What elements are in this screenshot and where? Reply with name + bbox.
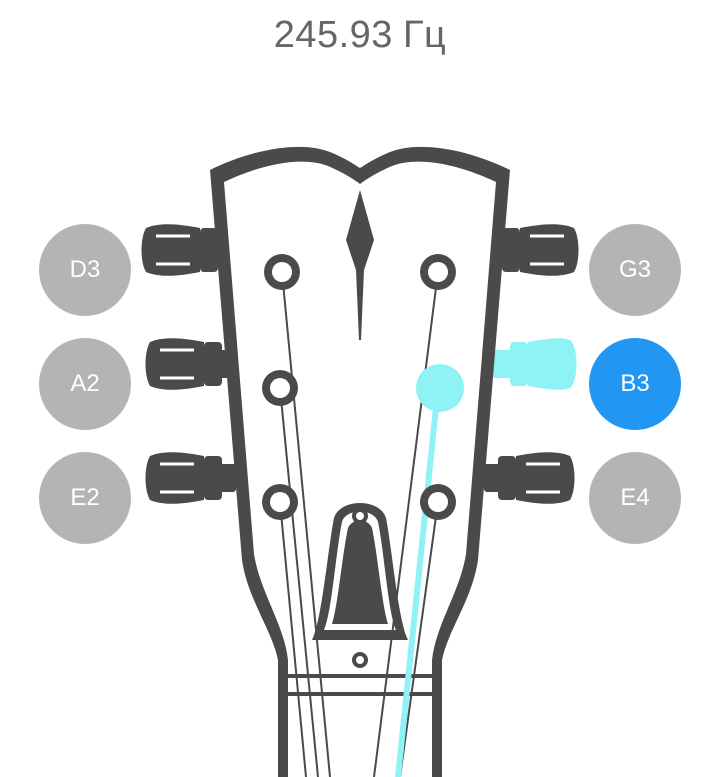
string-button-e2[interactable]: E2 <box>39 452 131 544</box>
tuning-peg-icon <box>144 336 238 392</box>
active-tuner-post <box>416 364 464 412</box>
string-button-a2[interactable]: A2 <box>39 338 131 430</box>
tuning-peg-icon <box>482 450 576 506</box>
string-button-b3[interactable]: B3 <box>589 338 681 430</box>
string-button-g3[interactable]: G3 <box>589 224 681 316</box>
string-button-e4[interactable]: E4 <box>589 452 681 544</box>
string-button-d3[interactable]: D3 <box>39 224 131 316</box>
tuning-peg-highlighted-icon <box>492 338 577 390</box>
tuning-peg-icon <box>144 450 238 506</box>
